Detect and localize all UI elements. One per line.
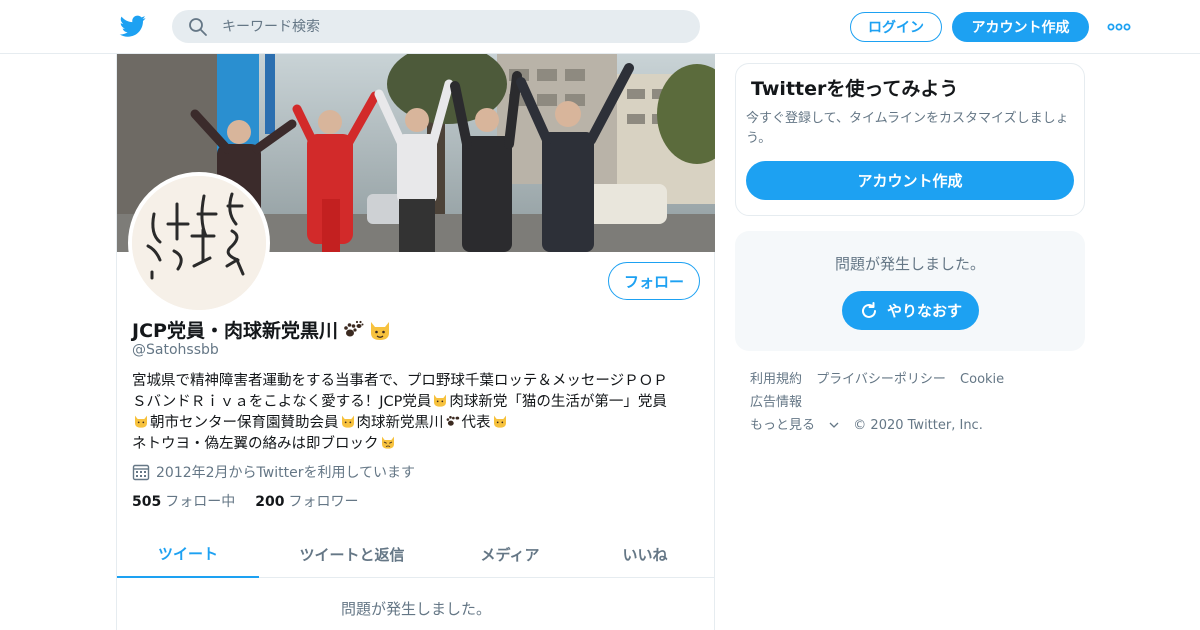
footer-terms-link[interactable]: 利用規約 <box>750 372 802 387</box>
cat-face-icon <box>341 415 354 428</box>
signup-button[interactable]: アカウント作成 <box>952 12 1089 42</box>
cat-face-icon <box>135 415 147 428</box>
profile-tabs: ツイート ツイートと返信 メディア いいね <box>117 530 715 578</box>
error-card: 問題が発生しました。 やりなおす <box>735 231 1085 351</box>
paw-prints-icon <box>344 320 364 336</box>
avatar[interactable] <box>128 172 270 314</box>
footer-more-link[interactable]: もっと見る <box>750 418 839 433</box>
profile-handle: @Satohssbb <box>132 342 219 358</box>
refresh-icon <box>862 301 876 318</box>
profile-column: フォロー JCP党員・肉球新党黒川 @Satohssbb 宮城県で精神障害者運動… <box>116 54 715 630</box>
signup-card: Twitterを使ってみよう 今すぐ登録して、タイムラインをカスタマイズしましょ… <box>735 63 1085 216</box>
profile-name: JCP党員・肉球新党黒川 <box>132 320 338 342</box>
login-button[interactable]: ログイン <box>850 12 942 42</box>
profile-name-row: JCP党員・肉球新党黒川 <box>132 316 392 343</box>
tab-likes[interactable]: いいね <box>575 530 715 578</box>
search-bar[interactable] <box>172 10 700 43</box>
followers-count: 200 <box>255 494 285 510</box>
chevron-down-icon <box>829 422 839 428</box>
following-count: 505 <box>132 494 162 510</box>
tab-media[interactable]: メディア <box>445 530 575 578</box>
signup-card-text: 今すぐ登録して、タイムラインをカスタマイズしましょう。 <box>746 111 1069 146</box>
search-icon <box>189 18 207 36</box>
more-dots-icon[interactable] <box>1107 20 1131 34</box>
search-input[interactable] <box>222 10 682 43</box>
followers-label: フォロワー <box>288 494 359 510</box>
calendar-icon <box>132 464 150 481</box>
bio-text: ＳバンドＲｉｖａをこよなく愛する！JCP党員 <box>132 394 432 410</box>
bio-text: 代表 <box>461 415 491 431</box>
follow-button[interactable]: フォロー <box>608 262 700 300</box>
footer-privacy-link[interactable]: プライバシーポリシー <box>816 372 946 387</box>
following-link[interactable]: 505 フォロー中 <box>132 491 235 511</box>
followers-link[interactable]: 200 フォロワー <box>255 491 358 511</box>
cat-face-icon <box>434 394 447 407</box>
footer-ads-link[interactable]: 広告情報 <box>750 395 802 410</box>
bio-text: 肉球新党「猫の生活が第一」党員 <box>449 394 667 410</box>
bio-line: 朝市センター保育園賛助会員 肉球新党黒川 代表 <box>132 413 702 434</box>
bio-line: ＳバンドＲｉｖａをこよなく愛する！JCP党員 肉球新党「猫の生活が第一」党員 <box>132 392 702 413</box>
paw-prints-icon <box>446 416 459 426</box>
twitter-bird-icon[interactable] <box>119 13 147 39</box>
tab-tweets[interactable]: ツイート <box>117 530 259 578</box>
signup-card-button[interactable]: アカウント作成 <box>746 161 1074 200</box>
footer-cookie-link[interactable]: Cookie <box>960 372 1004 387</box>
error-card-text: 問題が発生しました。 <box>834 255 985 273</box>
joined-text: 2012年2月からTwitterを利用しています <box>156 465 416 481</box>
bio-text: 肉球新党黒川 <box>356 415 444 431</box>
bio-line: ネトウヨ・偽左翼の絡みは即ブロック <box>132 434 702 455</box>
tab-tweets-and-replies[interactable]: ツイートと返信 <box>259 530 445 578</box>
timeline-error-text: 問題が発生しました。 <box>340 600 491 618</box>
following-label: フォロー中 <box>165 494 236 510</box>
footer-copyright: © 2020 Twitter, Inc. <box>853 418 983 433</box>
bio-line: 宮城県で精神障害者運動をする当事者で、プロ野球千葉ロッテ＆メッセージＰＯＰ <box>132 373 668 389</box>
top-bar: ログイン アカウント作成 <box>0 0 1200 54</box>
cat-face-icon <box>493 415 506 428</box>
signup-card-title: Twitterを使ってみよう <box>751 78 959 100</box>
retry-button[interactable]: やりなおす <box>842 291 979 330</box>
cat-face-icon <box>370 321 389 340</box>
bio-text: ネトウヨ・偽左翼の絡みは即ブロック <box>132 436 379 452</box>
profile-bio: 宮城県で精神障害者運動をする当事者で、プロ野球千葉ロッテ＆メッセージＰＯＰ Ｓバ… <box>132 371 702 455</box>
joined-date: 2012年2月からTwitterを利用しています <box>132 462 415 482</box>
retry-label: やりなおす <box>886 302 962 320</box>
angry-cat-icon <box>381 436 394 449</box>
bio-text: 朝市センター保育園賛助会員 <box>150 415 339 431</box>
footer-more-label: もっと見る <box>750 418 816 433</box>
avatar-image <box>132 176 266 310</box>
footer-links: 利用規約 プライバシーポリシー Cookie 広告情報 もっと見る © 2020… <box>750 368 1080 437</box>
follow-counts: 505 フォロー中 200 フォロワー <box>132 491 378 511</box>
